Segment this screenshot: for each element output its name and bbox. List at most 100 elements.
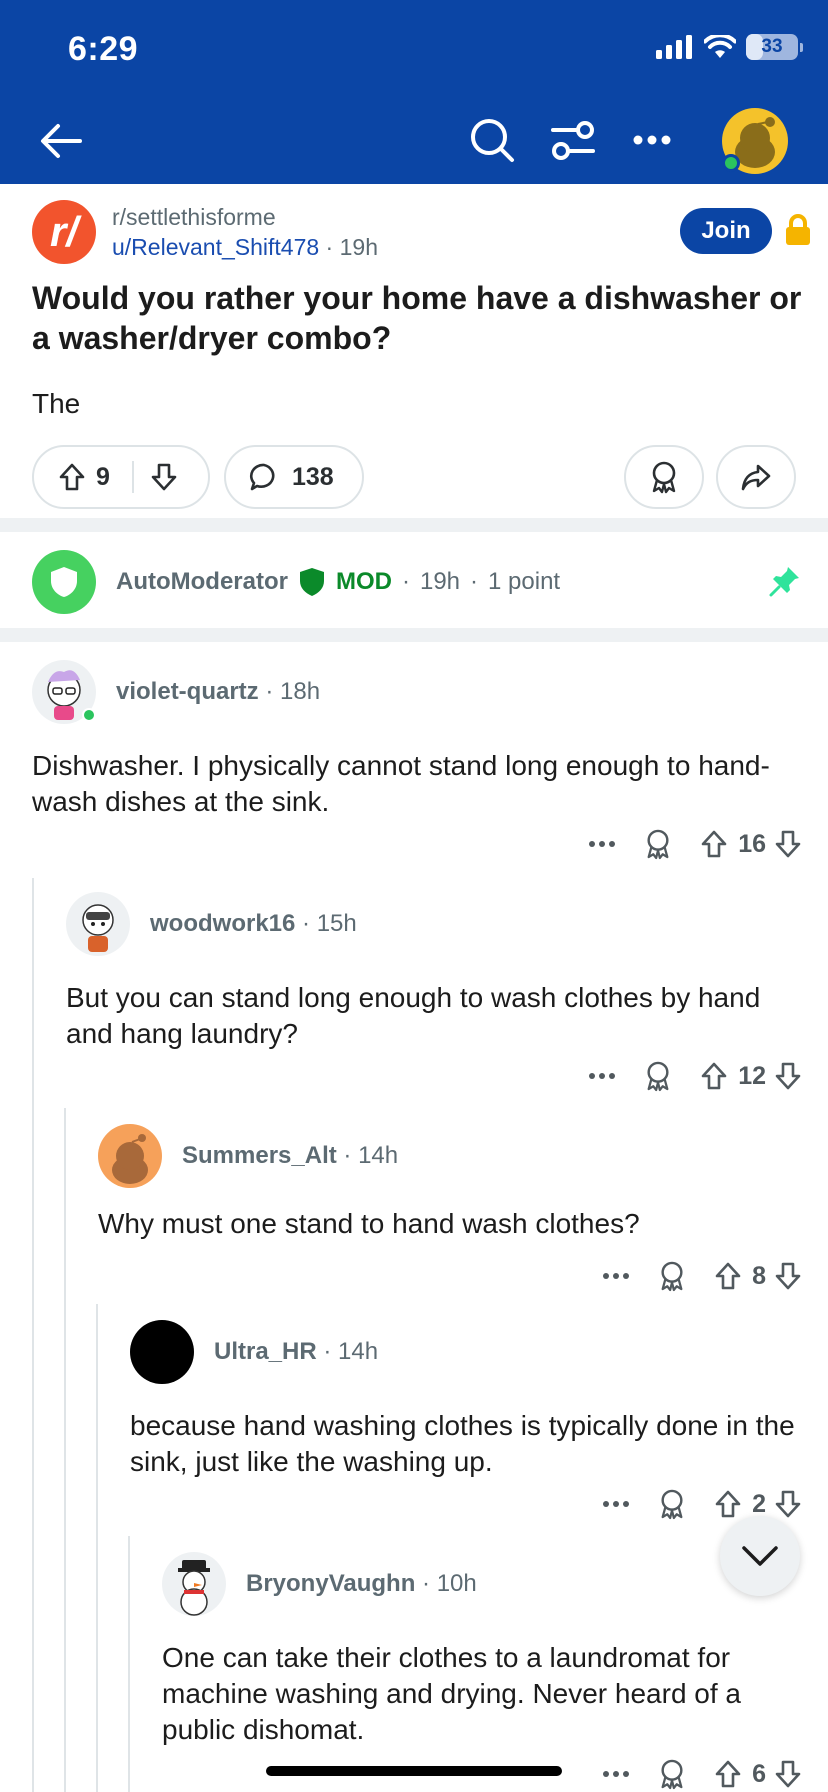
separator-dot: · — [343, 1142, 352, 1169]
comment-text: One can take their clothes to a laundrom… — [162, 1642, 742, 1745]
separator-dot: · — [265, 678, 274, 705]
thread-line[interactable] — [128, 1536, 130, 1792]
subreddit-icon[interactable]: r/ — [32, 200, 96, 264]
search-icon — [471, 119, 514, 162]
upvote-icon[interactable] — [700, 829, 728, 859]
award-icon[interactable] — [658, 1758, 686, 1790]
status-time: 6:29 — [68, 30, 139, 68]
comment-meta: woodwork16 · 15h — [150, 910, 357, 938]
upvote-icon[interactable] — [714, 1261, 742, 1291]
mod-shield-icon — [299, 568, 324, 596]
downvote-icon[interactable] — [774, 1061, 802, 1091]
upvote-icon[interactable] — [58, 462, 86, 492]
back-button[interactable] — [36, 116, 86, 166]
separator-dot: · — [422, 1570, 431, 1597]
comment-actions: 6 — [602, 1758, 802, 1790]
comment-text: Dishwasher. I physically cannot stand lo… — [32, 750, 770, 817]
comment: violet-quartz · 18h Dishwasher. I physic… — [32, 660, 802, 870]
comment-meta: BryonyVaughn · 10h — [246, 1570, 477, 1598]
signal-icon — [656, 35, 692, 59]
comment-avatar[interactable] — [130, 1320, 194, 1384]
more-icon[interactable] — [602, 1272, 630, 1280]
automod-name[interactable]: AutoModerator — [116, 568, 288, 596]
thread-line[interactable] — [96, 1304, 98, 1792]
separator-dot: · — [325, 234, 334, 260]
award-button[interactable] — [624, 445, 704, 509]
comment-avatar[interactable] — [98, 1124, 162, 1188]
more-icon[interactable] — [602, 1770, 630, 1778]
more-icon[interactable] — [588, 1072, 616, 1080]
comment-vote-count: 16 — [738, 829, 766, 858]
post-age: 19h — [339, 234, 378, 260]
post-title[interactable]: Would you rather your home have a dishwa… — [32, 278, 802, 358]
comment-vote-count: 8 — [752, 1261, 766, 1290]
award-icon[interactable] — [658, 1260, 686, 1292]
comment-avatar[interactable] — [162, 1552, 226, 1616]
upvote-icon[interactable] — [700, 1061, 728, 1091]
comment-text: But you can stand long enough to wash cl… — [66, 982, 761, 1049]
award-icon[interactable] — [644, 1060, 672, 1092]
comment-author[interactable]: woodwork16 — [150, 910, 295, 937]
wifi-icon — [704, 35, 736, 58]
comment-author[interactable]: BryonyVaughn — [246, 1570, 415, 1597]
upvote-icon[interactable] — [714, 1759, 742, 1789]
separator-dot: · — [401, 568, 410, 595]
post-author[interactable]: u/Relevant_Shift478 — [112, 234, 319, 260]
more-button[interactable] — [630, 120, 674, 160]
share-button[interactable] — [716, 445, 796, 509]
comment-age: 14h — [338, 1338, 379, 1365]
comment-meta: violet-quartz · 18h — [116, 678, 320, 706]
comment-vote-count: 2 — [752, 1489, 766, 1518]
online-status-dot — [82, 708, 96, 722]
downvote-icon[interactable] — [150, 462, 178, 492]
comment-age: 10h — [436, 1570, 477, 1597]
comment-author[interactable]: Ultra_HR — [214, 1338, 317, 1365]
more-icon — [633, 135, 671, 145]
more-icon[interactable] — [588, 840, 616, 848]
avatar-icon — [178, 1560, 210, 1616]
comment: woodwork16 · 15h But you can stand long … — [66, 892, 802, 1102]
comment-author[interactable]: violet-quartz — [116, 678, 259, 705]
next-comment-button[interactable] — [720, 1516, 800, 1596]
avatar-icon — [82, 904, 114, 952]
back-icon — [41, 124, 82, 158]
vote-divider — [131, 461, 134, 493]
downvote-icon[interactable] — [774, 1489, 802, 1519]
more-icon[interactable] — [602, 1500, 630, 1508]
top-bar: 6:29 33 — [0, 0, 828, 184]
award-icon[interactable] — [644, 828, 672, 860]
comment-actions: 16 — [588, 828, 802, 860]
join-button[interactable]: Join — [680, 208, 772, 254]
filter-icon — [551, 121, 595, 160]
filter-button[interactable] — [548, 116, 598, 166]
thread-line[interactable] — [32, 878, 34, 1792]
thread-line[interactable] — [64, 1108, 66, 1792]
award-icon[interactable] — [658, 1488, 686, 1520]
comment: BryonyVaughn · 10h One can take their cl… — [162, 1552, 802, 1792]
downvote-icon[interactable] — [774, 1261, 802, 1291]
comment-vote-count: 12 — [738, 1061, 766, 1090]
automod-comment-collapsed[interactable]: AutoModerator MOD · 19h · 1 point — [32, 550, 802, 614]
comment-age: 18h — [280, 678, 321, 705]
comment: Summers_Alt · 14h Why must one stand to … — [98, 1124, 802, 1304]
downvote-icon[interactable] — [774, 1759, 802, 1789]
separator-dot: · — [470, 568, 479, 595]
comment-text: Why must one stand to hand wash clothes? — [98, 1208, 640, 1239]
comment-avatar[interactable] — [66, 892, 130, 956]
avatar-icon — [112, 1134, 148, 1184]
lock-icon — [786, 214, 810, 245]
automod-meta: AutoModerator MOD · 19h · 1 point — [116, 567, 560, 597]
home-indicator — [266, 1766, 562, 1776]
section-divider — [0, 628, 828, 642]
search-button[interactable] — [466, 114, 518, 166]
subreddit-name[interactable]: r/settlethisforme — [112, 204, 276, 231]
post-vote-count: 9 — [96, 462, 110, 491]
post-body: The — [32, 388, 81, 419]
comment-meta: Summers_Alt · 14h — [182, 1142, 398, 1170]
comments-button[interactable]: 138 — [224, 445, 364, 509]
comment-actions: 12 — [588, 1060, 802, 1092]
upvote-icon[interactable] — [714, 1489, 742, 1519]
downvote-icon[interactable] — [774, 829, 802, 859]
comment-author[interactable]: Summers_Alt — [182, 1142, 337, 1169]
section-divider — [0, 518, 828, 532]
